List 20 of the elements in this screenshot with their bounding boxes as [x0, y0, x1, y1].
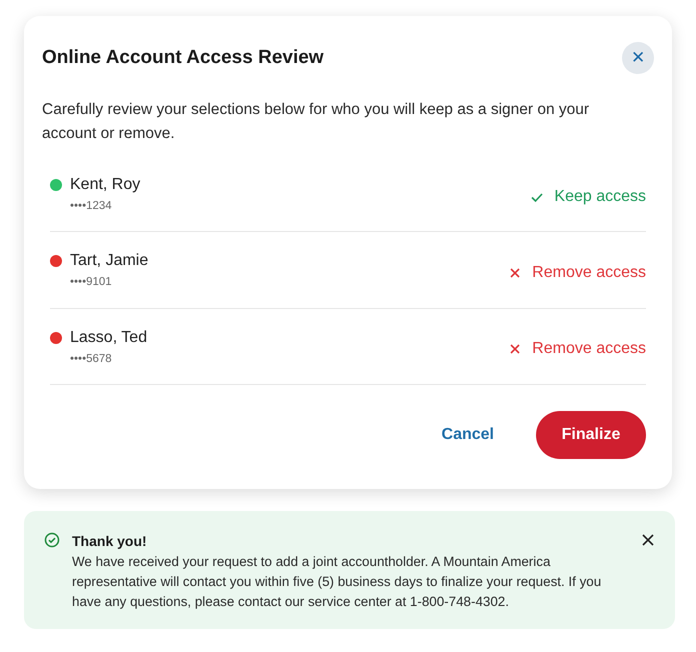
- access-status: Keep access: [554, 186, 646, 207]
- account-number: ••••5678: [70, 352, 113, 366]
- close-button[interactable]: ✕: [622, 42, 654, 74]
- account-number: ••••9101: [70, 275, 113, 290]
- access-status: Remove access: [532, 262, 646, 283]
- dialog-title: Online Account Access Review: [42, 46, 324, 70]
- signer-name: Kent, Roy: [70, 175, 140, 195]
- signer-name: Lasso, Ted: [70, 328, 148, 348]
- cancel-button[interactable]: Cancel: [442, 422, 494, 447]
- finalize-button[interactable]: Finalize: [536, 410, 646, 459]
- close-icon[interactable]: [641, 532, 655, 547]
- access-status: Remove access: [532, 339, 646, 360]
- x-icon: [508, 266, 522, 280]
- check-circle-icon: [44, 532, 60, 548]
- signer-name: Tart, Jamie: [70, 251, 148, 272]
- x-icon: [508, 342, 522, 356]
- account-number: ••••1234: [70, 199, 113, 214]
- notification-message: We have received your request to add a joint accountholder. A Mountain America representative will contact you within five (5) business days to finalize your request. If you have any questions, please contact our service center at 1-800-748-4302.: [72, 552, 602, 611]
- description: Carefully review your selections below for who you will keep as a signer on your account or remove.: [42, 100, 590, 144]
- notification-title: Thank you!: [72, 532, 148, 551]
